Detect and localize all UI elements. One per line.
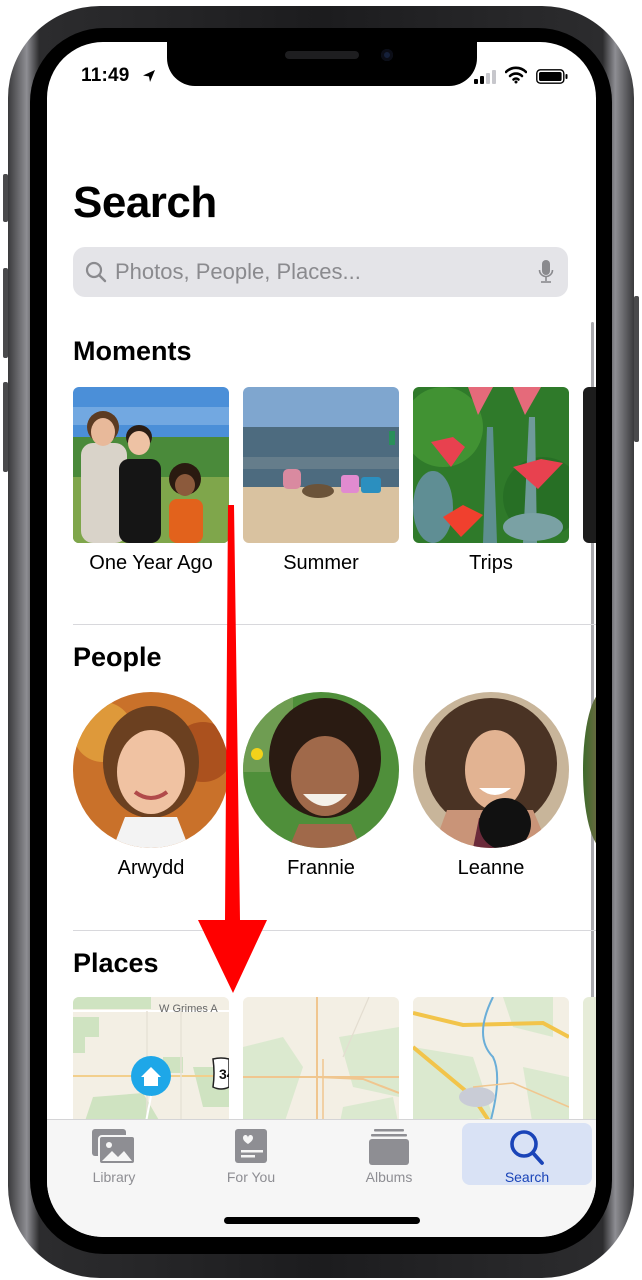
moment-tile-partial[interactable] — [583, 387, 596, 543]
status-time: 11:49 — [81, 65, 130, 86]
section-divider — [73, 930, 596, 931]
tab-search[interactable]: Search — [462, 1123, 592, 1185]
search-input[interactable]: Photos, People, Places... — [73, 247, 568, 297]
microphone-icon[interactable] — [538, 259, 554, 285]
moment-label: Trips — [469, 552, 513, 574]
front-camera — [381, 49, 393, 61]
search-placeholder: Photos, People, Places... — [115, 259, 361, 284]
place-map-tile[interactable] — [243, 997, 399, 1127]
map-thumbnail — [243, 997, 399, 1127]
moment-thumbnail — [413, 387, 569, 543]
volume-up-button — [3, 268, 8, 358]
place-map-tile-partial[interactable] — [583, 997, 596, 1127]
person-name: Frannie — [287, 857, 355, 879]
tab-for-you[interactable]: For You — [186, 1123, 316, 1185]
for-you-icon — [235, 1129, 267, 1163]
map-thumbnail — [413, 997, 569, 1127]
battery-icon — [536, 69, 568, 84]
person-avatar-partial[interactable] — [583, 692, 596, 848]
moment-thumbnail — [73, 387, 229, 543]
search-icon — [510, 1130, 544, 1165]
moment-thumbnail — [243, 387, 399, 543]
home-indicator[interactable] — [224, 1217, 420, 1224]
earpiece-speaker — [285, 51, 359, 59]
person-photo — [243, 692, 399, 848]
person-avatar-arwydd[interactable] — [73, 692, 229, 848]
cellular-signal-icon — [474, 70, 496, 84]
section-divider — [73, 624, 596, 625]
section-title-people: People — [73, 642, 162, 672]
section-title-places: Places — [73, 948, 159, 978]
section-title-moments: Moments — [73, 336, 192, 366]
location-arrow-icon — [143, 70, 155, 82]
person-avatar-leanne[interactable] — [413, 692, 569, 848]
moment-tile-one-year-ago[interactable] — [73, 387, 229, 543]
route-shield-number: 34 — [219, 1066, 229, 1082]
volume-down-button — [3, 382, 8, 472]
map-street-label: W Grimes A — [159, 1003, 218, 1015]
place-map-tile[interactable]: 34 W Grimes A — [73, 997, 229, 1127]
mute-switch — [3, 174, 8, 222]
map-thumbnail: 34 W Grimes A — [73, 997, 229, 1127]
screen: 11:49 Search Photos, People, Places... M… — [47, 42, 596, 1237]
person-avatar-frannie[interactable] — [243, 692, 399, 848]
moment-label: One Year Ago — [89, 552, 213, 574]
tab-library[interactable]: Library — [49, 1123, 179, 1185]
magnifier-icon — [85, 261, 107, 283]
tab-label: Albums — [365, 1169, 413, 1185]
albums-icon — [369, 1129, 409, 1165]
place-map-tile[interactable] — [413, 997, 569, 1127]
moment-label: Summer — [283, 552, 359, 574]
photo-library-icon — [92, 1129, 136, 1165]
person-photo — [413, 692, 569, 848]
person-name: Leanne — [457, 857, 525, 879]
tab-label: For You — [226, 1169, 276, 1185]
moment-tile-trips[interactable] — [413, 387, 569, 543]
person-name: Arwydd — [117, 857, 185, 879]
person-photo — [73, 692, 229, 848]
tab-label: Search — [504, 1169, 550, 1185]
notch — [167, 42, 477, 86]
side-button — [634, 296, 639, 442]
tab-label: Library — [92, 1169, 136, 1185]
moment-tile-summer[interactable] — [243, 387, 399, 543]
page-title: Search — [73, 178, 217, 227]
wifi-icon — [505, 66, 527, 84]
tab-albums[interactable]: Albums — [324, 1123, 454, 1185]
